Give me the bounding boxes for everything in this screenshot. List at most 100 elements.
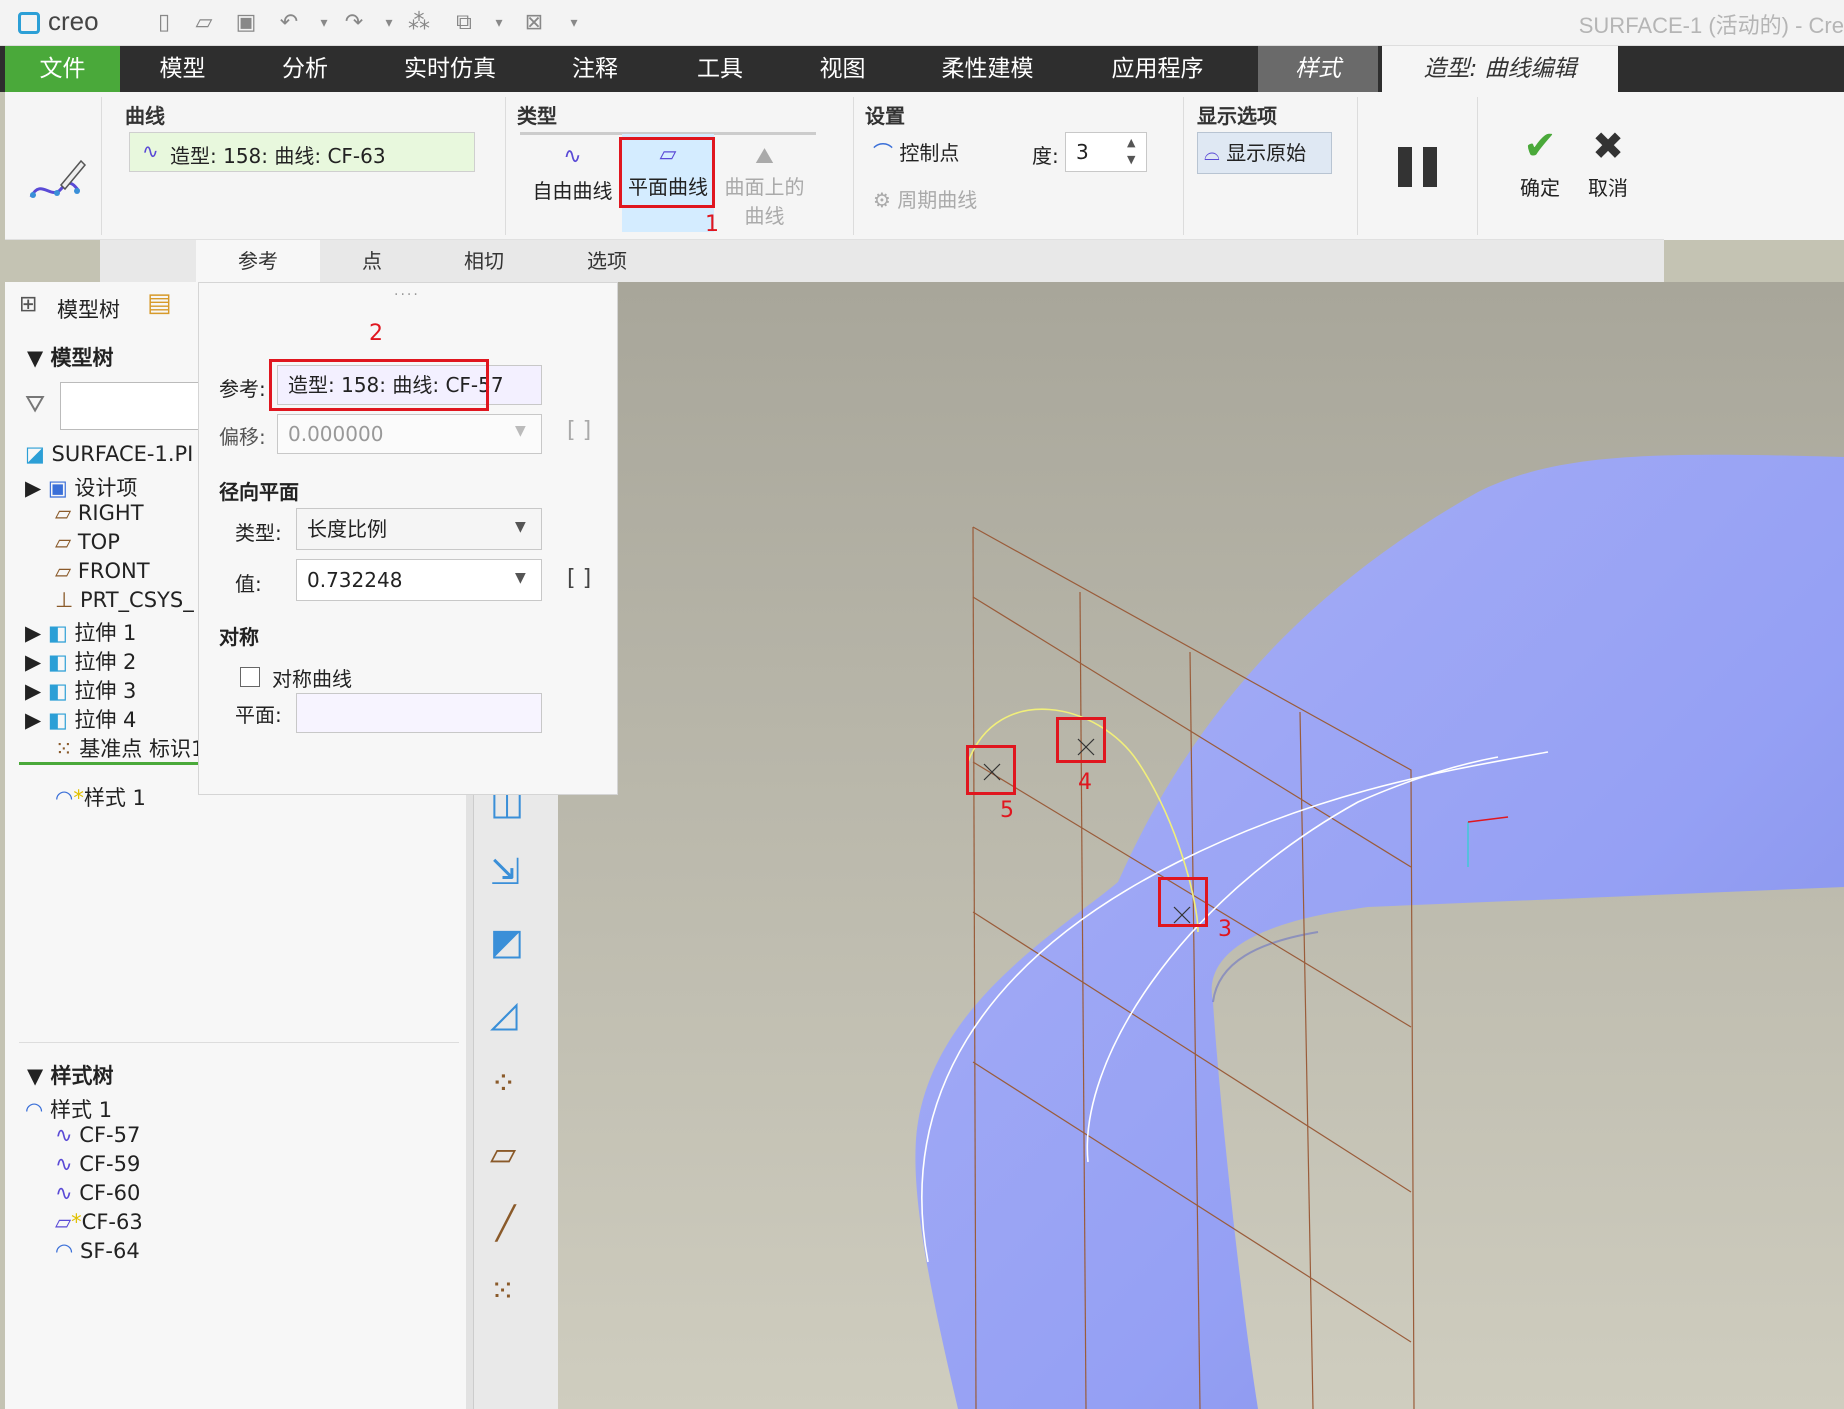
offset-input[interactable]: 0.000000: [277, 414, 542, 454]
redo-icon[interactable]: ↷: [340, 9, 368, 37]
tree-item-top[interactable]: ▱ TOP: [55, 530, 120, 554]
drag-handle[interactable]: ····: [394, 287, 420, 303]
filter-icon[interactable]: ⛛: [25, 390, 45, 418]
style-tree-item-cf63[interactable]: ⏥*CF-63: [55, 1210, 143, 1234]
model-tree-header[interactable]: ▼ 模型树: [27, 342, 113, 372]
tab-tools[interactable]: 工具: [660, 46, 780, 92]
tree-item-extrude-4[interactable]: ▶ ◧ 拉伸 4: [25, 704, 136, 734]
free-curve-button[interactable]: ∿ 自由曲线: [525, 144, 620, 214]
copy-curve-icon[interactable]: ⇲: [490, 852, 520, 893]
windows-dropdown-icon[interactable]: ▾: [485, 9, 513, 37]
windows-icon[interactable]: ⧉: [450, 9, 478, 37]
expand-icon[interactable]: ▶: [25, 650, 41, 674]
curve-icon: ∿: [55, 1123, 73, 1147]
tab-points[interactable]: 点: [322, 240, 422, 282]
style-tree-item-cf60[interactable]: ∿ CF-60: [55, 1181, 140, 1205]
design-items-icon: ▣: [47, 476, 68, 500]
highlight-box-5: [966, 745, 1016, 795]
radial-type-select[interactable]: 长度比例: [296, 508, 542, 550]
active-star-icon: *: [73, 786, 84, 810]
annotation-label-5: 5: [1000, 798, 1014, 823]
tab-file[interactable]: 文件: [5, 46, 120, 92]
style-tree-item-cf57[interactable]: ∿ CF-57: [55, 1123, 140, 1147]
tree-item-label: FRONT: [77, 559, 150, 583]
close-window-icon[interactable]: ⊠: [520, 9, 548, 37]
curve-on-surface-button[interactable]: ⛰ 曲面上的 曲线: [717, 144, 812, 234]
degree-label: 度:: [1032, 144, 1059, 168]
tree-item-extrude-3[interactable]: ▶ ◧ 拉伸 3: [25, 675, 136, 705]
curve-collector[interactable]: ∿ 造型: 158: 曲线: CF-63: [129, 132, 475, 172]
regenerate-icon[interactable]: ⁂: [405, 9, 433, 37]
tree-item-right[interactable]: ▱ RIGHT: [55, 501, 144, 525]
folder-browser-icon[interactable]: ▤: [147, 288, 172, 318]
plane-display-icon[interactable]: ▱: [490, 1134, 516, 1174]
tab-applications[interactable]: 应用程序: [1085, 46, 1230, 92]
tab-annotate[interactable]: 注释: [535, 46, 655, 92]
tree-item-root[interactable]: ◪ SURFACE-1.PI: [25, 442, 193, 466]
axis-display-icon[interactable]: ╱: [496, 1204, 515, 1242]
style-tree-item-cf59[interactable]: ∿ CF-59: [55, 1152, 140, 1176]
tree-search-input[interactable]: [60, 382, 200, 430]
tab-tangency[interactable]: 相切: [424, 240, 544, 282]
graphics-viewport[interactable]: 5 4 3: [558, 282, 1844, 1409]
pause-icon[interactable]: [1398, 147, 1412, 187]
tab-options[interactable]: 选项: [546, 240, 668, 282]
undo-dropdown-icon[interactable]: ▾: [310, 9, 338, 37]
show-original-icon: ⌓: [1204, 141, 1220, 165]
collapse-icon[interactable]: ▼: [27, 346, 50, 370]
undo-icon[interactable]: ↶: [275, 9, 303, 37]
tree-item-style-1[interactable]: ◠*样式 1: [55, 782, 146, 812]
tab-style[interactable]: 样式: [1258, 46, 1378, 92]
type-dropdown-icon[interactable]: ▼: [515, 519, 526, 535]
tree-item-front[interactable]: ▱ FRONT: [55, 559, 150, 583]
expand-icon[interactable]: ▶: [25, 476, 41, 500]
tab-model[interactable]: 模型: [125, 46, 240, 92]
new-file-icon[interactable]: ▯: [150, 9, 178, 37]
plane-collector[interactable]: [296, 693, 542, 733]
datum-display-icon[interactable]: ⁘: [490, 1064, 517, 1102]
datum-point-icon: ⁙: [55, 737, 73, 761]
value-dropdown-icon[interactable]: ▼: [515, 570, 526, 586]
expand-icon[interactable]: ▶: [25, 708, 41, 732]
radial-value-input[interactable]: 0.732248: [296, 559, 542, 601]
open-folder-icon[interactable]: ▱: [190, 9, 218, 37]
tab-references[interactable]: 参考: [196, 240, 320, 282]
style-tree-item-sf64[interactable]: ◠ SF-64: [55, 1239, 140, 1263]
window-title: SURFACE-1 (活动的) - Cre: [1578, 13, 1844, 38]
tab-view[interactable]: 视图: [785, 46, 900, 92]
customize-dropdown-icon[interactable]: ▾: [560, 9, 588, 37]
connect-surface-icon[interactable]: ◿: [490, 994, 518, 1035]
tree-item-extrude-2[interactable]: ▶ ◧ 拉伸 2: [25, 646, 136, 676]
expand-icon[interactable]: ▶: [25, 679, 41, 703]
highlight-box-4: [1056, 717, 1106, 763]
symmetric-curve-checkbox[interactable]: [240, 667, 260, 687]
cancel-button[interactable]: ✖ 取消: [1578, 124, 1638, 201]
surface-icon: ◠: [55, 1239, 74, 1263]
tab-analysis[interactable]: 分析: [245, 46, 365, 92]
tree-item-design-items[interactable]: ▶ ▣ 设计项: [25, 472, 137, 502]
pause-icon-bar[interactable]: [1423, 147, 1437, 187]
tree-item-extrude-1[interactable]: ▶ ◧ 拉伸 1: [25, 617, 136, 647]
periodic-curve-button[interactable]: ⚙ 周期曲线: [873, 184, 977, 213]
tab-curve-edit[interactable]: 造型: 曲线编辑: [1382, 46, 1618, 92]
tree-item-csys[interactable]: ⊥ PRT_CSYS_: [55, 588, 194, 612]
model-tree-icon: ⊞: [19, 292, 38, 317]
redo-dropdown-icon[interactable]: ▾: [375, 9, 403, 37]
save-icon[interactable]: ▣: [232, 9, 260, 37]
tab-flexible-modeling[interactable]: 柔性建模: [915, 46, 1060, 92]
show-original-toggle[interactable]: ⌓ 显示原始: [1197, 132, 1332, 174]
style-tree-header[interactable]: ▼ 样式树: [27, 1060, 113, 1090]
style-tree-item-style[interactable]: ◠ 样式 1: [25, 1094, 112, 1124]
extrude-icon: ◧: [47, 708, 68, 732]
surface-icon-tool[interactable]: ◩: [490, 922, 524, 963]
point-display-icon[interactable]: ⁙: [490, 1274, 515, 1309]
collapse-icon[interactable]: ▼: [27, 1064, 50, 1088]
ok-button[interactable]: ✔ 确定: [1510, 124, 1570, 201]
offset-flip-icon[interactable]: [ ]: [567, 418, 591, 443]
expand-icon[interactable]: ▶: [25, 621, 41, 645]
degree-spin-arrows-icon[interactable]: ▲ ▼: [1127, 134, 1135, 168]
tab-simulate[interactable]: 实时仿真: [385, 46, 515, 92]
offset-dropdown-icon[interactable]: ▼: [515, 423, 526, 439]
control-points-button[interactable]: ⌒ 控制点: [873, 137, 959, 166]
value-flip-icon[interactable]: [ ]: [567, 566, 591, 591]
